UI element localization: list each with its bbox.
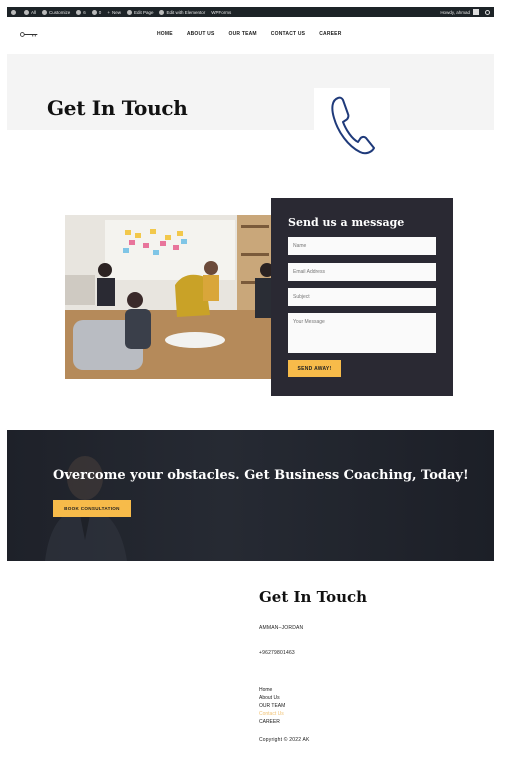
footer-title: Get In Touch [259, 588, 368, 606]
nav-home[interactable]: HOME [157, 31, 173, 37]
footer-link-career[interactable]: CAREER [259, 718, 285, 726]
plus-icon: + [107, 9, 110, 15]
search-icon[interactable] [485, 9, 490, 15]
office-meeting-illustration [65, 215, 272, 379]
contact-form-panel: Send us a message Name Email Address Sub… [271, 198, 453, 396]
admin-bar-comments[interactable]: 0 [91, 9, 101, 15]
wordpress-logo-icon[interactable] [11, 9, 18, 15]
footer-phone[interactable]: +96279801463 [259, 650, 295, 656]
comment-icon [91, 9, 97, 15]
cta-banner: Overcome your obstacles. Get Business Co… [7, 430, 494, 561]
email-field[interactable]: Email Address [288, 263, 436, 281]
key-logo-icon[interactable] [18, 32, 40, 37]
brush-icon [42, 9, 48, 15]
admin-bar-customize[interactable]: Customize [42, 9, 70, 15]
main-nav: HOME ABOUT US OUR TEAM CONTACT US CAREER [157, 31, 342, 37]
nav-career[interactable]: CAREER [319, 31, 341, 37]
footer-link-contact-us[interactable]: Contact Us [259, 710, 285, 718]
phone-icon [331, 96, 375, 155]
footer-location: AMMAN–JORDAN [259, 625, 304, 631]
nav-contact-us[interactable]: CONTACT US [271, 31, 305, 37]
name-field[interactable]: Name [288, 237, 436, 255]
avatar[interactable] [473, 9, 479, 15]
cta-title: Overcome your obstacles. Get Business Co… [53, 468, 469, 483]
subject-field[interactable]: Subject [288, 288, 436, 306]
footer-link-our-team[interactable]: OUR TEAM [259, 702, 285, 710]
code-background [234, 430, 494, 561]
footer-link-home[interactable]: Home [259, 686, 285, 694]
phone-card [314, 88, 390, 158]
updates-icon [76, 9, 82, 15]
admin-bar-updates[interactable]: 6 [76, 9, 86, 15]
footer-link-about-us[interactable]: About Us [259, 694, 285, 702]
admin-bar-elementor[interactable]: Edit with Elementor [159, 9, 205, 15]
book-consultation-button[interactable]: BOOK CONSULTATION [53, 500, 131, 517]
admin-bar-all[interactable]: All [24, 9, 36, 15]
message-field[interactable]: Your Message [288, 313, 436, 353]
admin-bar-new[interactable]: + New [107, 10, 121, 15]
admin-bar-wpforms[interactable]: WPForms [211, 10, 231, 15]
admin-bar-greeting[interactable]: Howdy, ahmad [440, 10, 470, 15]
wp-admin-bar: All Customize 6 0 + New Edit Page Edit wi… [7, 7, 494, 17]
coach-portrait [45, 456, 127, 561]
pencil-icon [126, 9, 132, 15]
page-title: Get In Touch [47, 96, 188, 120]
site-header: HOME ABOUT US OUR TEAM CONTACT US CAREER [7, 24, 494, 46]
copyright: Copyright © 2022 AK [259, 737, 310, 743]
hero-section: Get In Touch [7, 54, 494, 158]
form-title: Send us a message [288, 216, 405, 229]
nav-about-us[interactable]: ABOUT US [187, 31, 215, 37]
dashboard-icon [24, 9, 29, 15]
office-meeting-photo [65, 215, 272, 379]
send-button[interactable]: SEND AWAY! [288, 360, 341, 377]
nav-our-team[interactable]: OUR TEAM [229, 31, 257, 37]
footer-links: Home About Us OUR TEAM Contact Us CAREER [259, 686, 285, 726]
admin-bar-edit-page[interactable]: Edit Page [126, 9, 153, 15]
elementor-icon [159, 9, 165, 15]
